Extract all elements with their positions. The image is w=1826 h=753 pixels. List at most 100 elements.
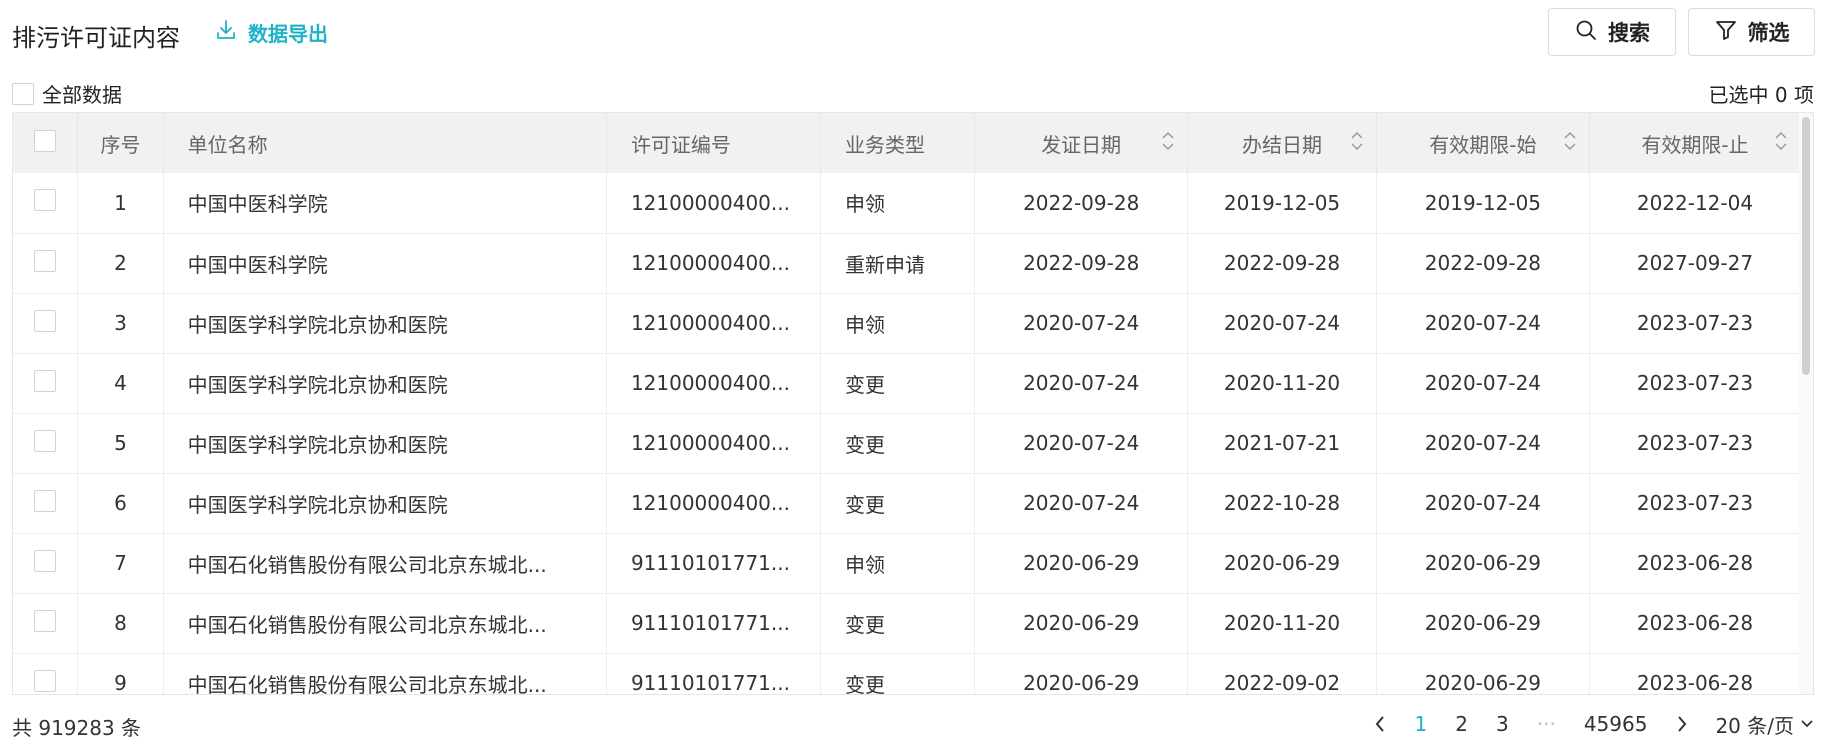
table-row[interactable]: 2 中国中医科学院 12100000400... 重新申请 2022-09-28 2022… <box>13 233 1802 294</box>
cell-unit-name: 中国医学科学院北京协和医院 <box>163 473 607 534</box>
page-size-select[interactable]: 20 条/页 <box>1703 710 1826 739</box>
page: 排污许可证内容 数据导出 搜索 筛选 全部数据 已选中 0 项 序号 单位名称 … <box>0 0 1826 753</box>
cell-license-no: 12100000400... <box>606 233 821 294</box>
cell-business-type: 申领 <box>820 173 976 234</box>
sort-icon[interactable] <box>1774 129 1788 153</box>
cell-issue-date: 2020-06-29 <box>974 593 1189 654</box>
search-button[interactable]: 搜索 <box>1548 8 1676 56</box>
row-checkbox[interactable] <box>34 249 57 272</box>
row-checkbox[interactable] <box>34 549 57 572</box>
table-row[interactable]: 3 中国医学科学院北京协和医院 12100000400... 申领 2020-07-24… <box>13 293 1802 354</box>
row-checkbox[interactable] <box>34 369 57 392</box>
cell-issue-date: 2022-09-28 <box>974 173 1189 234</box>
all-data-toggle[interactable]: 全部数据 <box>12 79 122 108</box>
next-page-button[interactable] <box>1661 708 1703 740</box>
page-button-3[interactable]: 3 <box>1482 708 1523 740</box>
row-select-cell[interactable] <box>13 593 79 654</box>
row-select-cell[interactable] <box>13 293 79 354</box>
page-button-1[interactable]: 1 <box>1401 708 1442 740</box>
cell-valid-start: 2020-07-24 <box>1376 353 1590 414</box>
cell-valid-end: 2022-12-04 <box>1589 173 1802 234</box>
row-checkbox[interactable] <box>34 309 57 332</box>
cell-valid-end: 2023-06-28 <box>1589 593 1802 654</box>
row-select-cell[interactable] <box>13 413 79 474</box>
row-select-cell[interactable] <box>13 473 79 534</box>
data-table: 序号 单位名称 许可证编号 业务类型 发证日期 办结日期 有效期限-始 有效期限… <box>12 112 1814 695</box>
row-checkbox[interactable] <box>34 489 57 512</box>
cell-valid-start: 2020-06-29 <box>1376 593 1590 654</box>
row-checkbox[interactable] <box>34 189 57 212</box>
cell-valid-end: 2027-09-27 <box>1589 233 1802 294</box>
cell-unit-name: 中国医学科学院北京协和医院 <box>163 413 607 474</box>
col-header-valid-start[interactable]: 有效期限-始 <box>1376 113 1590 173</box>
footer: 共 919283 条 1 2 3 ··· 45965 20 条/页 <box>0 702 1826 742</box>
cell-finish-date: 2019-12-05 <box>1187 173 1377 234</box>
cell-valid-start: 2020-06-29 <box>1376 653 1590 694</box>
cell-finish-date: 2021-07-21 <box>1187 413 1377 474</box>
cell-issue-date: 2020-06-29 <box>974 533 1189 594</box>
header-select-all[interactable] <box>13 113 79 173</box>
page-button-2[interactable]: 2 <box>1441 708 1482 740</box>
table-row[interactable]: 9 中国石化销售股份有限公司北京东城北... 91110101771... 变更 202… <box>13 653 1802 694</box>
page-button-last[interactable]: 45965 <box>1570 708 1662 740</box>
cell-business-type: 变更 <box>820 653 976 694</box>
cell-row-index: 6 <box>77 473 164 534</box>
table-row[interactable]: 8 中国石化销售股份有限公司北京东城北... 91110101771... 变更 202… <box>13 593 1802 654</box>
scrollbar-track[interactable] <box>1799 113 1813 694</box>
row-select-cell[interactable] <box>13 533 79 594</box>
search-icon <box>1574 18 1598 47</box>
row-checkbox[interactable] <box>34 609 57 632</box>
cell-valid-start: 2020-07-24 <box>1376 473 1590 534</box>
sort-icon[interactable] <box>1161 129 1175 153</box>
cell-issue-date: 2020-07-24 <box>974 473 1189 534</box>
all-data-label: 全部数据 <box>42 83 122 107</box>
col-header-license-no: 许可证编号 <box>606 113 821 173</box>
table-body: 1 中国中医科学院 12100000400... 申领 2022-09-28 2019-1… <box>13 173 1802 694</box>
row-select-cell[interactable] <box>13 233 79 294</box>
cell-unit-name: 中国石化销售股份有限公司北京东城北... <box>163 593 607 654</box>
col-header-finish-date[interactable]: 办结日期 <box>1187 113 1377 173</box>
row-select-cell[interactable] <box>13 173 79 234</box>
col-header-index: 序号 <box>77 113 164 173</box>
chevron-right-icon <box>1678 716 1687 732</box>
cell-valid-end: 2023-06-28 <box>1589 533 1802 594</box>
filter-button[interactable]: 筛选 <box>1688 8 1815 56</box>
selected-count: 已选中 0 项 <box>1708 83 1814 107</box>
cell-business-type: 变更 <box>820 593 976 654</box>
table-row[interactable]: 4 中国医学科学院北京协和医院 12100000400... 变更 2020-07-24… <box>13 353 1802 414</box>
cell-valid-start: 2020-06-29 <box>1376 533 1590 594</box>
col-header-issue-date[interactable]: 发证日期 <box>974 113 1189 173</box>
export-button[interactable]: 数据导出 <box>214 18 328 47</box>
all-data-checkbox[interactable] <box>12 82 34 105</box>
cell-license-no: 91110101771... <box>606 533 821 594</box>
filter-icon <box>1714 18 1738 47</box>
sort-icon[interactable] <box>1563 129 1577 153</box>
table-row[interactable]: 1 中国中医科学院 12100000400... 申领 2022-09-28 2019-1… <box>13 173 1802 234</box>
table-row[interactable]: 5 中国医学科学院北京协和医院 12100000400... 变更 2020-07-24… <box>13 413 1802 474</box>
row-select-cell[interactable] <box>13 653 79 694</box>
sort-icon[interactable] <box>1350 129 1364 153</box>
total-count: 共 919283 条 <box>12 716 142 740</box>
row-select-cell[interactable] <box>13 353 79 414</box>
chevron-left-icon <box>1375 716 1384 732</box>
row-checkbox[interactable] <box>34 669 57 692</box>
scrollbar-thumb[interactable] <box>1802 117 1810 375</box>
cell-row-index: 1 <box>77 173 164 234</box>
cell-valid-start: 2020-07-24 <box>1376 293 1590 354</box>
cell-finish-date: 2020-11-20 <box>1187 593 1377 654</box>
cell-valid-start: 2022-09-28 <box>1376 233 1590 294</box>
page-ellipsis[interactable]: ··· <box>1523 708 1570 740</box>
prev-page-button[interactable] <box>1359 708 1401 740</box>
col-header-business-type: 业务类型 <box>820 113 976 173</box>
table-row[interactable]: 7 中国石化销售股份有限公司北京东城北... 91110101771... 申领 202… <box>13 533 1802 594</box>
cell-unit-name: 中国医学科学院北京协和医院 <box>163 353 607 414</box>
cell-finish-date: 2020-07-24 <box>1187 293 1377 354</box>
table-row[interactable]: 6 中国医学科学院北京协和医院 12100000400... 变更 2020-07-24… <box>13 473 1802 534</box>
cell-issue-date: 2020-07-24 <box>974 413 1189 474</box>
col-header-valid-end[interactable]: 有效期限-止 <box>1589 113 1802 173</box>
cell-business-type: 变更 <box>820 473 976 534</box>
page-size-label: 20 条/页 <box>1715 713 1794 738</box>
cell-valid-end: 2023-07-23 <box>1589 413 1802 474</box>
row-checkbox[interactable] <box>34 429 57 452</box>
select-all-checkbox[interactable] <box>34 129 57 152</box>
